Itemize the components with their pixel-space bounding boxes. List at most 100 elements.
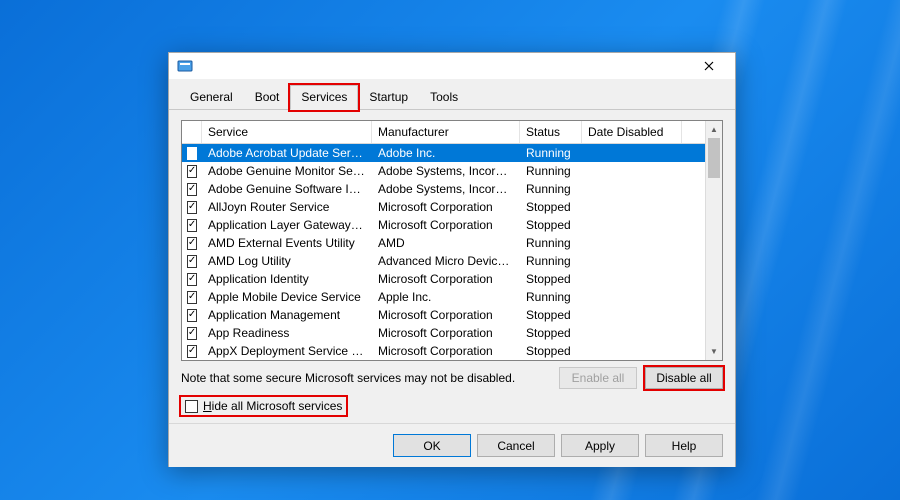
disable-all-button[interactable]: Disable all — [645, 367, 723, 389]
column-manufacturer[interactable]: Manufacturer — [372, 121, 520, 143]
cell-status: Running — [520, 163, 582, 179]
scrollbar[interactable]: ▲ ▼ — [705, 121, 722, 360]
cell-date-disabled — [582, 296, 682, 298]
table-row[interactable]: ✓Adobe Genuine Monitor ServiceAdobe Syst… — [182, 162, 722, 180]
tab-tools[interactable]: Tools — [419, 85, 469, 109]
tab-services[interactable]: Services — [290, 85, 358, 110]
cell-service: Apple Mobile Device Service — [202, 289, 372, 305]
cell-status: Running — [520, 181, 582, 197]
listview-body: ✓Adobe Acrobat Update ServiceAdobe Inc.R… — [182, 144, 722, 359]
hide-microsoft-label: Hide all Microsoft services — [203, 399, 342, 413]
cell-date-disabled — [582, 224, 682, 226]
row-checkbox[interactable]: ✓ — [182, 182, 202, 197]
cell-status: Stopped — [520, 325, 582, 341]
cell-status: Running — [520, 145, 582, 161]
scroll-thumb[interactable] — [708, 138, 720, 178]
cell-manufacturer: Microsoft Corporation — [372, 307, 520, 323]
ok-button[interactable]: OK — [393, 434, 471, 457]
tab-boot[interactable]: Boot — [244, 85, 291, 109]
row-checkbox[interactable]: ✓ — [182, 272, 202, 287]
table-row[interactable]: ✓AllJoyn Router ServiceMicrosoft Corpora… — [182, 198, 722, 216]
table-row[interactable]: ✓AMD Log UtilityAdvanced Micro Devices, … — [182, 252, 722, 270]
cell-service: App Readiness — [202, 325, 372, 341]
cell-status: Running — [520, 289, 582, 305]
table-row[interactable]: ✓Adobe Genuine Software Integri...Adobe … — [182, 180, 722, 198]
cell-status: Stopped — [520, 307, 582, 323]
row-checkbox[interactable]: ✓ — [182, 218, 202, 233]
cell-date-disabled — [582, 206, 682, 208]
cell-service: AMD External Events Utility — [202, 235, 372, 251]
checkbox-icon — [185, 400, 198, 413]
msconfig-dialog: General Boot Services Startup Tools Serv… — [168, 52, 736, 467]
row-checkbox[interactable]: ✓ — [182, 200, 202, 215]
row-checkbox[interactable]: ✓ — [182, 146, 202, 161]
cell-status: Stopped — [520, 343, 582, 359]
table-row[interactable]: ✓Adobe Acrobat Update ServiceAdobe Inc.R… — [182, 144, 722, 162]
table-row[interactable]: ✓Application ManagementMicrosoft Corpora… — [182, 306, 722, 324]
cell-service: AppX Deployment Service (AppX... — [202, 343, 372, 359]
cell-manufacturer: Adobe Inc. — [372, 145, 520, 161]
row-checkbox[interactable]: ✓ — [182, 254, 202, 269]
table-row[interactable]: ✓Application IdentityMicrosoft Corporati… — [182, 270, 722, 288]
scroll-down-icon[interactable]: ▼ — [706, 343, 722, 360]
tab-startup[interactable]: Startup — [358, 85, 419, 109]
app-icon — [177, 58, 193, 74]
cell-date-disabled — [582, 152, 682, 154]
column-service[interactable]: Service — [202, 121, 372, 143]
cell-manufacturer: Microsoft Corporation — [372, 325, 520, 341]
cell-manufacturer: Microsoft Corporation — [372, 199, 520, 215]
cell-date-disabled — [582, 242, 682, 244]
column-checkbox[interactable] — [182, 121, 202, 143]
row-checkbox[interactable]: ✓ — [182, 326, 202, 341]
cell-manufacturer: Microsoft Corporation — [372, 343, 520, 359]
cell-status: Stopped — [520, 271, 582, 287]
cell-date-disabled — [582, 314, 682, 316]
cell-manufacturer: Advanced Micro Devices, I... — [372, 253, 520, 269]
enable-all-button[interactable]: Enable all — [559, 367, 637, 389]
cell-status: Running — [520, 235, 582, 251]
row-checkbox[interactable]: ✓ — [182, 164, 202, 179]
scroll-up-icon[interactable]: ▲ — [706, 121, 722, 138]
tab-content: Service Manufacturer Status Date Disable… — [169, 110, 735, 423]
cell-date-disabled — [582, 350, 682, 352]
tab-general[interactable]: General — [179, 85, 244, 109]
table-row[interactable]: ✓Apple Mobile Device ServiceApple Inc.Ru… — [182, 288, 722, 306]
cell-status: Stopped — [520, 199, 582, 215]
row-checkbox[interactable]: ✓ — [182, 308, 202, 323]
cell-service: Application Identity — [202, 271, 372, 287]
cell-manufacturer: Adobe Systems, Incorpora... — [372, 181, 520, 197]
cell-status: Stopped — [520, 217, 582, 233]
cell-manufacturer: AMD — [372, 235, 520, 251]
cell-date-disabled — [582, 170, 682, 172]
row-checkbox[interactable]: ✓ — [182, 236, 202, 251]
dialog-button-row: OK Cancel Apply Help — [169, 423, 735, 467]
cell-service: Application Management — [202, 307, 372, 323]
table-row[interactable]: ✓AMD External Events UtilityAMDRunning — [182, 234, 722, 252]
row-checkbox[interactable]: ✓ — [182, 290, 202, 305]
cell-date-disabled — [582, 260, 682, 262]
cancel-button[interactable]: Cancel — [477, 434, 555, 457]
cell-manufacturer: Apple Inc. — [372, 289, 520, 305]
table-row[interactable]: ✓Application Layer Gateway ServiceMicros… — [182, 216, 722, 234]
help-button[interactable]: Help — [645, 434, 723, 457]
hide-microsoft-row: Hide all Microsoft services — [181, 397, 723, 415]
cell-status: Running — [520, 253, 582, 269]
table-row[interactable]: ✓App ReadinessMicrosoft CorporationStopp… — [182, 324, 722, 342]
row-checkbox[interactable]: ✓ — [182, 344, 202, 359]
apply-button[interactable]: Apply — [561, 434, 639, 457]
cell-manufacturer: Microsoft Corporation — [372, 217, 520, 233]
note-text: Note that some secure Microsoft services… — [181, 371, 551, 385]
titlebar — [169, 53, 735, 79]
column-date-disabled[interactable]: Date Disabled — [582, 121, 682, 143]
cell-manufacturer: Adobe Systems, Incorpora... — [372, 163, 520, 179]
cell-date-disabled — [582, 278, 682, 280]
tabstrip: General Boot Services Startup Tools — [169, 79, 735, 110]
cell-service: Adobe Genuine Software Integri... — [202, 181, 372, 197]
hide-microsoft-checkbox[interactable]: Hide all Microsoft services — [181, 397, 346, 415]
table-row[interactable]: ✓AppX Deployment Service (AppX...Microso… — [182, 342, 722, 359]
close-button[interactable] — [689, 53, 729, 79]
column-status[interactable]: Status — [520, 121, 582, 143]
cell-manufacturer: Microsoft Corporation — [372, 271, 520, 287]
cell-service: Application Layer Gateway Service — [202, 217, 372, 233]
cell-date-disabled — [582, 188, 682, 190]
